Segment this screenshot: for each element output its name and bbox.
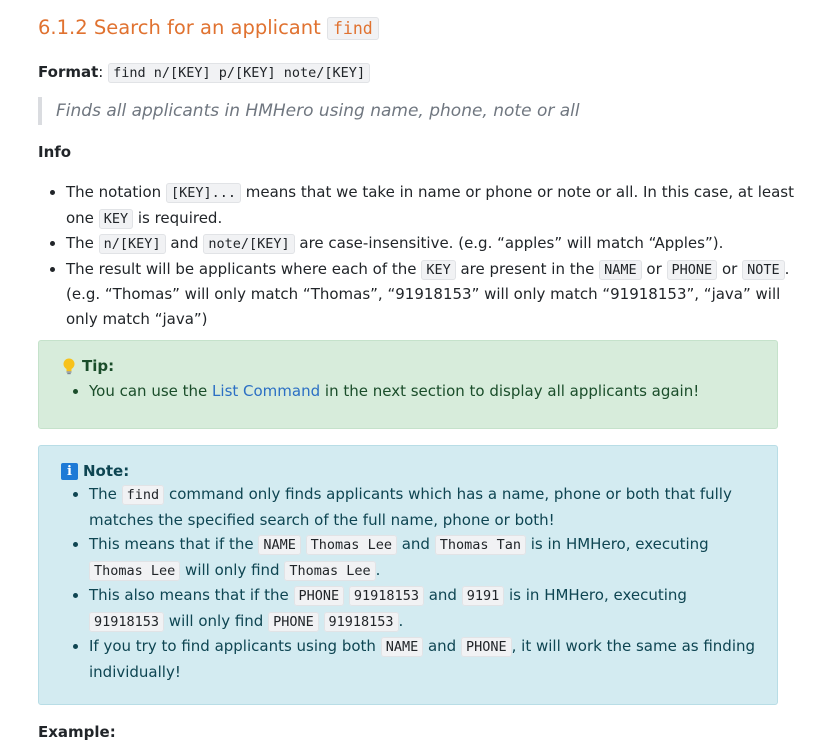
text [301, 535, 306, 553]
info-item-case-insensitive: The n/[KEY] and note/[KEY] are case-inse… [66, 231, 794, 257]
text: will only find [164, 611, 269, 630]
format-command-code: find n/[KEY] p/[KEY] note/[KEY] [108, 63, 371, 83]
inline-code: Thomas Lee [284, 560, 376, 581]
note-title: Note: [83, 462, 130, 480]
text: . [398, 611, 404, 630]
format-line: Format: find n/[KEY] p/[KEY] note/[KEY] [38, 62, 371, 83]
text: The [89, 485, 122, 503]
documentation-page: 6.1.2 Search for an applicant find Forma… [0, 0, 822, 741]
text: is required. [133, 208, 223, 227]
tip-list: You can use the List Command in the next… [61, 379, 755, 404]
text: is in HMHero, executing [526, 535, 709, 553]
inline-code: [KEY]... [165, 183, 241, 203]
description-quote: Finds all applicants in HMHero using nam… [38, 97, 580, 125]
inline-code: PHONE [293, 586, 345, 606]
inline-code: 9191 [461, 586, 505, 606]
note-callout: i Note: The find command only finds appl… [38, 445, 778, 705]
info-heading: Info [38, 143, 72, 161]
text: and [396, 535, 435, 553]
tip-header: Tip: [61, 355, 755, 377]
inline-code: Thomas Lee [305, 535, 397, 555]
inline-code: n/[KEY] [98, 234, 166, 254]
text: The result will be applicants where each… [66, 259, 422, 278]
note-item-name-example: This means that if the NAME Thomas Lee a… [89, 532, 755, 583]
lightbulb-icon [63, 358, 75, 375]
inline-code: PHONE [268, 611, 319, 632]
text: and [423, 586, 462, 604]
info-item-result: The result will be applicants where each… [66, 257, 794, 332]
list-command-link[interactable]: List Command [212, 382, 320, 400]
text [319, 612, 324, 630]
text: are present in the [455, 259, 600, 278]
text: and [165, 234, 204, 252]
inline-code: find [121, 485, 165, 505]
text: . [375, 560, 381, 579]
format-label: Format [38, 63, 99, 81]
section-heading-code: find [326, 17, 379, 40]
text: is in HMHero, executing [504, 586, 687, 604]
text: The [66, 234, 99, 252]
inline-code: 91918153 [323, 611, 399, 632]
format-colon: : [98, 63, 104, 81]
info-list: The notation [KEY]... means that we take… [38, 180, 794, 331]
text: are case-insensitive. (e.g. “apples” wil… [294, 234, 724, 252]
info-icon: i [61, 462, 78, 480]
inline-code: KEY [421, 259, 456, 280]
tip-callout: Tip: You can use the List Command in the… [38, 340, 778, 429]
inline-code: NAME [599, 259, 642, 280]
example-heading: Example: [38, 723, 116, 741]
inline-code: KEY [98, 208, 134, 229]
note-header: i Note: [61, 460, 755, 482]
inline-code: 91918153 [89, 611, 165, 632]
text: or [717, 259, 743, 278]
text: and [423, 637, 461, 655]
text: or [641, 259, 667, 278]
tip-item: You can use the List Command in the next… [89, 379, 755, 404]
text: command only finds applicants which has … [89, 485, 732, 529]
note-item-both: If you try to find applicants using both… [89, 634, 755, 684]
info-item-notation: The notation [KEY]... means that we take… [66, 180, 794, 231]
text: This means that if the [89, 535, 259, 553]
tip-title: Tip: [82, 357, 115, 375]
inline-code: Thomas Lee [89, 560, 181, 581]
inline-code: NAME [380, 637, 424, 657]
inline-code: PHONE [460, 637, 512, 657]
inline-code: 91918153 [348, 586, 424, 606]
note-item-phone-example: This also means that if the PHONE 919181… [89, 583, 755, 634]
note-list: The find command only finds applicants w… [61, 482, 755, 684]
inline-code: Thomas Tan [434, 535, 526, 555]
text: in the next section to display all appli… [320, 382, 700, 400]
text: If you try to find applicants using both [89, 637, 381, 655]
text: The notation [66, 183, 166, 201]
text: This also means that if the [89, 586, 294, 604]
section-heading-text: 6.1.2 Search for an applicant [38, 16, 321, 39]
text: will only find [180, 560, 285, 579]
inline-code: note/[KEY] [203, 234, 295, 254]
note-item-find: The find command only finds applicants w… [89, 482, 755, 532]
text: You can use the [89, 382, 213, 400]
inline-code: NOTE [742, 259, 785, 280]
inline-code: NAME [258, 535, 301, 555]
inline-code: PHONE [666, 259, 718, 280]
section-heading: 6.1.2 Search for an applicant find [38, 16, 379, 40]
